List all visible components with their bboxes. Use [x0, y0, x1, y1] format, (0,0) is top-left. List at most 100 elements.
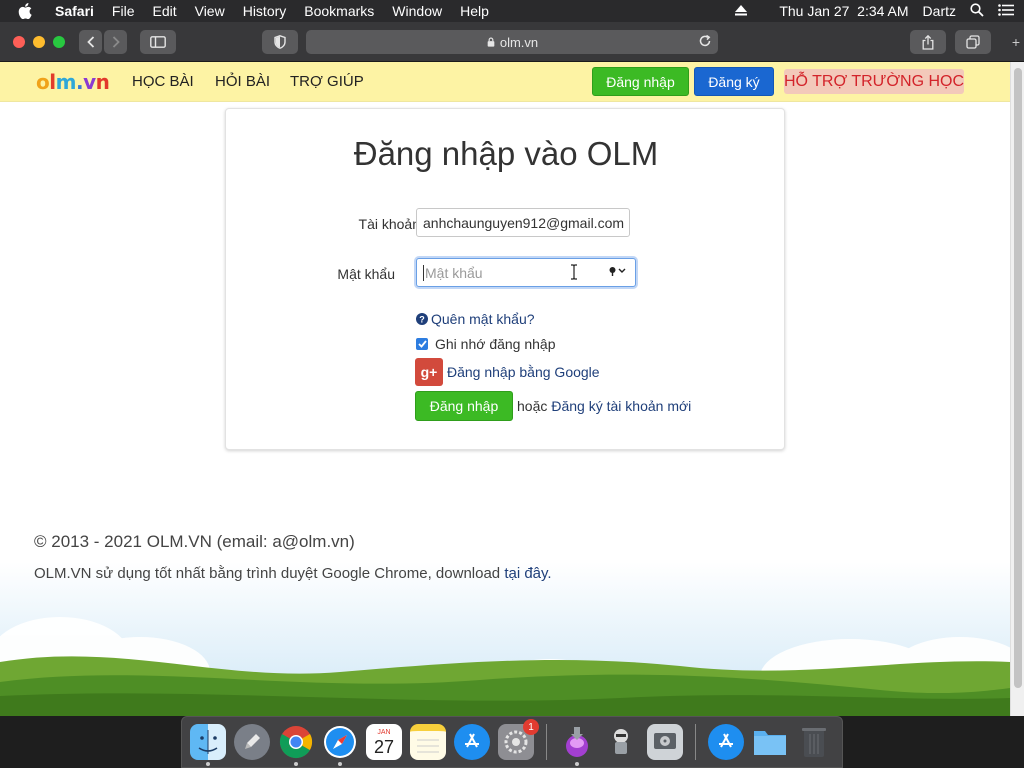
checkmark-icon [417, 340, 427, 348]
running-indicator [575, 762, 579, 766]
menu-window[interactable]: Window [392, 3, 442, 19]
trash-icon[interactable] [796, 724, 832, 760]
shield-icon [274, 35, 286, 49]
header-register-button[interactable]: Đăng ký [694, 67, 774, 96]
site-header: olm.vn HỌC BÀI HỎI BÀI TRỢ GIÚP Đăng nhậ… [0, 62, 1010, 102]
eject-icon[interactable] [735, 3, 748, 19]
question-circle-icon: ? [416, 313, 428, 325]
password-label: Mật khẩu [337, 266, 395, 282]
remember-me-label: Ghi nhớ đăng nhập [435, 336, 556, 352]
share-icon [922, 34, 934, 50]
text-cursor-icon [570, 264, 578, 283]
nav-hoc-bai[interactable]: HỌC BÀI [132, 73, 194, 90]
remember-me-row[interactable]: Ghi nhớ đăng nhập [416, 336, 556, 352]
app-store-icon[interactable] [454, 724, 490, 760]
nav-hoi-bai[interactable]: HỎI BÀI [215, 73, 270, 90]
account-input-value: anhchaunguyen912@gmail.com [423, 214, 625, 231]
notification-badge: 1 [523, 719, 539, 735]
web-page: olm.vn HỌC BÀI HỎI BÀI TRỢ GIÚP Đăng nhậ… [0, 62, 1010, 716]
calendar-month: JAN [377, 728, 391, 736]
forgot-password-text: Quên mật khẩu? [431, 311, 535, 327]
page-scrollbar[interactable] [1010, 62, 1024, 716]
installer-icon[interactable] [559, 724, 595, 766]
text-caret [423, 264, 424, 281]
sidebar-icon [150, 36, 166, 48]
nav-tro-giup[interactable]: TRỢ GIÚP [290, 73, 364, 90]
chrome-icon[interactable] [278, 724, 314, 766]
minimize-window-button[interactable] [33, 36, 45, 48]
launchpad-icon[interactable] [234, 724, 270, 760]
forward-button[interactable] [104, 30, 127, 54]
privacy-report-button[interactable] [262, 30, 298, 54]
downloads-folder-icon[interactable] [752, 724, 788, 760]
or-text: hoặc [517, 398, 548, 414]
share-button[interactable] [910, 30, 946, 54]
close-window-button[interactable] [13, 36, 25, 48]
system-preferences-icon[interactable]: 1 [498, 719, 539, 760]
logo-letter-m: m [55, 70, 77, 94]
dock-separator [695, 724, 696, 760]
chrome-download-link[interactable]: tại đây. [504, 565, 551, 582]
menu-safari[interactable]: Safari [55, 3, 94, 19]
menubar-clock[interactable]: Thu Jan 27 2:34 AM [779, 3, 908, 19]
running-indicator [206, 762, 210, 766]
macos-dock: JAN 27 1 [181, 716, 843, 768]
menu-edit[interactable]: Edit [152, 3, 176, 19]
automator-icon[interactable] [603, 724, 639, 760]
account-label: Tài khoản [358, 216, 420, 232]
new-tab-button[interactable]: + [1008, 22, 1024, 62]
google-login-link[interactable]: g+ Đăng nhập bằng Google [415, 358, 600, 386]
tabs-icon [966, 35, 980, 49]
menu-history[interactable]: History [243, 3, 287, 19]
zoom-window-button[interactable] [53, 36, 65, 48]
register-account-link[interactable]: Đăng ký tài khoản mới [551, 398, 691, 414]
logo-letter-o: o [36, 70, 50, 94]
calendar-day: 27 [373, 736, 395, 757]
menu-view[interactable]: View [195, 3, 225, 19]
remember-me-checkbox[interactable] [416, 338, 428, 350]
password-input[interactable]: Mật khẩu [416, 258, 636, 287]
sidebar-toggle-button[interactable] [140, 30, 176, 54]
spotlight-search-icon[interactable] [970, 2, 984, 20]
address-bar[interactable]: olm.vn [306, 30, 718, 54]
running-indicator [294, 762, 298, 766]
applications-folder-icon[interactable] [708, 724, 744, 760]
footer-copyright: © 2013 - 2021 OLM.VN (email: a@olm.vn) [34, 532, 355, 551]
back-button[interactable] [79, 30, 102, 54]
calendar-icon[interactable]: JAN 27 [366, 724, 402, 760]
login-title: Đăng nhập vào OLM [353, 135, 659, 172]
login-submit-button[interactable]: Đăng nhập [415, 391, 513, 421]
password-key-icon[interactable] [609, 266, 627, 276]
dock-separator [546, 724, 547, 760]
password-placeholder: Mật khẩu [425, 264, 483, 281]
finder-icon[interactable] [190, 724, 226, 766]
menu-bookmarks[interactable]: Bookmarks [304, 3, 374, 19]
tab-overview-button[interactable] [955, 30, 991, 54]
olm-logo[interactable]: olm.vn [36, 70, 110, 94]
url-text: olm.vn [499, 34, 539, 50]
logo-letter-n: n [95, 70, 110, 94]
login-card: Đăng nhập vào OLM Tài khoản anhchaunguye… [225, 108, 785, 450]
chevron-left-icon [86, 36, 94, 48]
notes-icon[interactable] [410, 724, 446, 760]
hills-background-illustration [0, 562, 1010, 716]
safari-icon[interactable] [322, 724, 358, 766]
safari-toolbar: olm.vn [0, 22, 1024, 62]
header-login-button[interactable]: Đăng nhập [592, 67, 689, 96]
forgot-password-link[interactable]: ? Quên mật khẩu? [416, 311, 535, 327]
school-support-button[interactable]: HỖ TRỢ TRƯỜNG HỌC [784, 69, 964, 94]
menubar-user[interactable]: Dartz [923, 3, 956, 19]
chevron-right-icon [112, 36, 120, 48]
footer-browser-note-text: OLM.VN sử dụng tốt nhất bằng trình duyệt… [34, 565, 501, 582]
scrollbar-thumb[interactable] [1014, 68, 1022, 688]
reload-icon[interactable] [698, 34, 712, 51]
disk-utility-icon[interactable] [647, 724, 683, 760]
logo-letter-v: v [83, 70, 96, 94]
menu-file[interactable]: File [112, 3, 135, 19]
menu-help[interactable]: Help [460, 3, 489, 19]
account-input[interactable]: anhchaunguyen912@gmail.com [416, 208, 630, 237]
footer-browser-note: OLM.VN sử dụng tốt nhất bằng trình duyệt… [34, 565, 552, 582]
apple-icon[interactable] [14, 0, 36, 22]
control-center-icon[interactable] [998, 3, 1014, 19]
lock-icon [487, 37, 495, 47]
